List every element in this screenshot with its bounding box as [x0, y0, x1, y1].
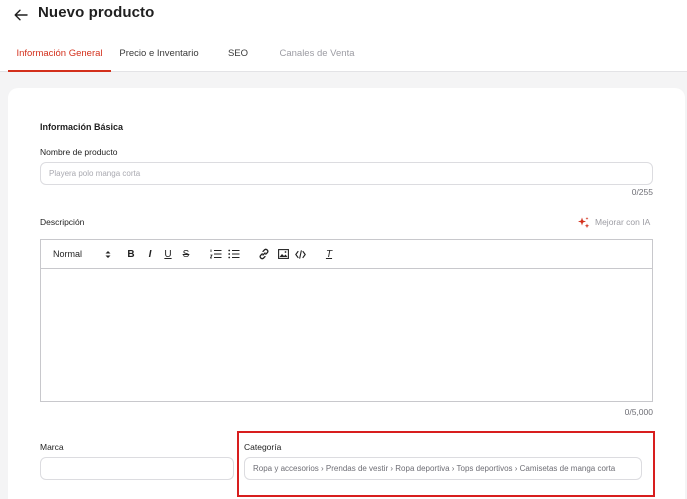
image-icon	[277, 249, 289, 259]
top-bar: Nuevo producto Información General Preci…	[0, 0, 687, 72]
category-value: Ropa y accesorios › Prendas de vestir › …	[253, 464, 616, 473]
tab-precio-inventario[interactable]: Precio e Inventario	[111, 40, 207, 72]
code-icon	[294, 249, 306, 259]
description-counter: 0/5,000	[624, 407, 653, 417]
editor-content-area[interactable]	[41, 269, 652, 402]
link-button[interactable]	[257, 247, 271, 261]
tab-seo[interactable]: SEO	[207, 40, 269, 72]
bullet-list-button[interactable]	[227, 247, 241, 261]
product-name-counter: 0/255	[631, 187, 653, 197]
clear-format-icon: T	[325, 248, 333, 260]
category-select[interactable]: Ropa y accesorios › Prendas de vestir › …	[244, 457, 642, 480]
format-select[interactable]: Normal	[53, 247, 111, 261]
ordered-list-icon	[210, 249, 222, 259]
underline-button[interactable]: U	[162, 247, 174, 261]
image-button[interactable]	[276, 247, 290, 261]
section-title: Información Básica	[40, 122, 124, 132]
editor-toolbar: Normal B I U S T	[41, 240, 652, 269]
bold-button[interactable]: B	[125, 247, 137, 261]
improve-with-ai-label: Mejorar con IA	[595, 217, 651, 227]
improve-with-ai-button[interactable]: Mejorar con IA	[577, 214, 650, 230]
product-name-input[interactable]	[40, 162, 653, 185]
page-title: Nuevo producto	[38, 4, 155, 21]
brand-label: Marca	[40, 442, 64, 452]
sort-arrows-icon	[105, 250, 111, 258]
format-select-value: Normal	[53, 249, 83, 259]
ordered-list-button[interactable]	[209, 247, 223, 261]
arrow-left-icon	[14, 9, 28, 21]
back-button[interactable]	[11, 5, 31, 25]
category-label: Categoría	[244, 442, 282, 452]
tab-informacion-general[interactable]: Información General	[8, 40, 111, 72]
description-label: Descripción	[40, 217, 85, 227]
strikethrough-button[interactable]: S	[180, 247, 192, 261]
bullet-list-icon	[228, 249, 240, 259]
tab-bar: Información General Precio e Inventario …	[8, 40, 365, 72]
clear-format-button[interactable]: T	[322, 247, 336, 261]
brand-input[interactable]	[40, 457, 234, 480]
product-name-label: Nombre de producto	[40, 147, 118, 157]
description-editor: Normal B I U S T	[40, 239, 653, 402]
code-button[interactable]	[293, 247, 307, 261]
link-icon	[259, 248, 269, 260]
sparkle-icon	[578, 216, 590, 228]
tab-canales-venta[interactable]: Canales de Venta	[269, 40, 365, 72]
italic-button[interactable]: I	[144, 247, 156, 261]
